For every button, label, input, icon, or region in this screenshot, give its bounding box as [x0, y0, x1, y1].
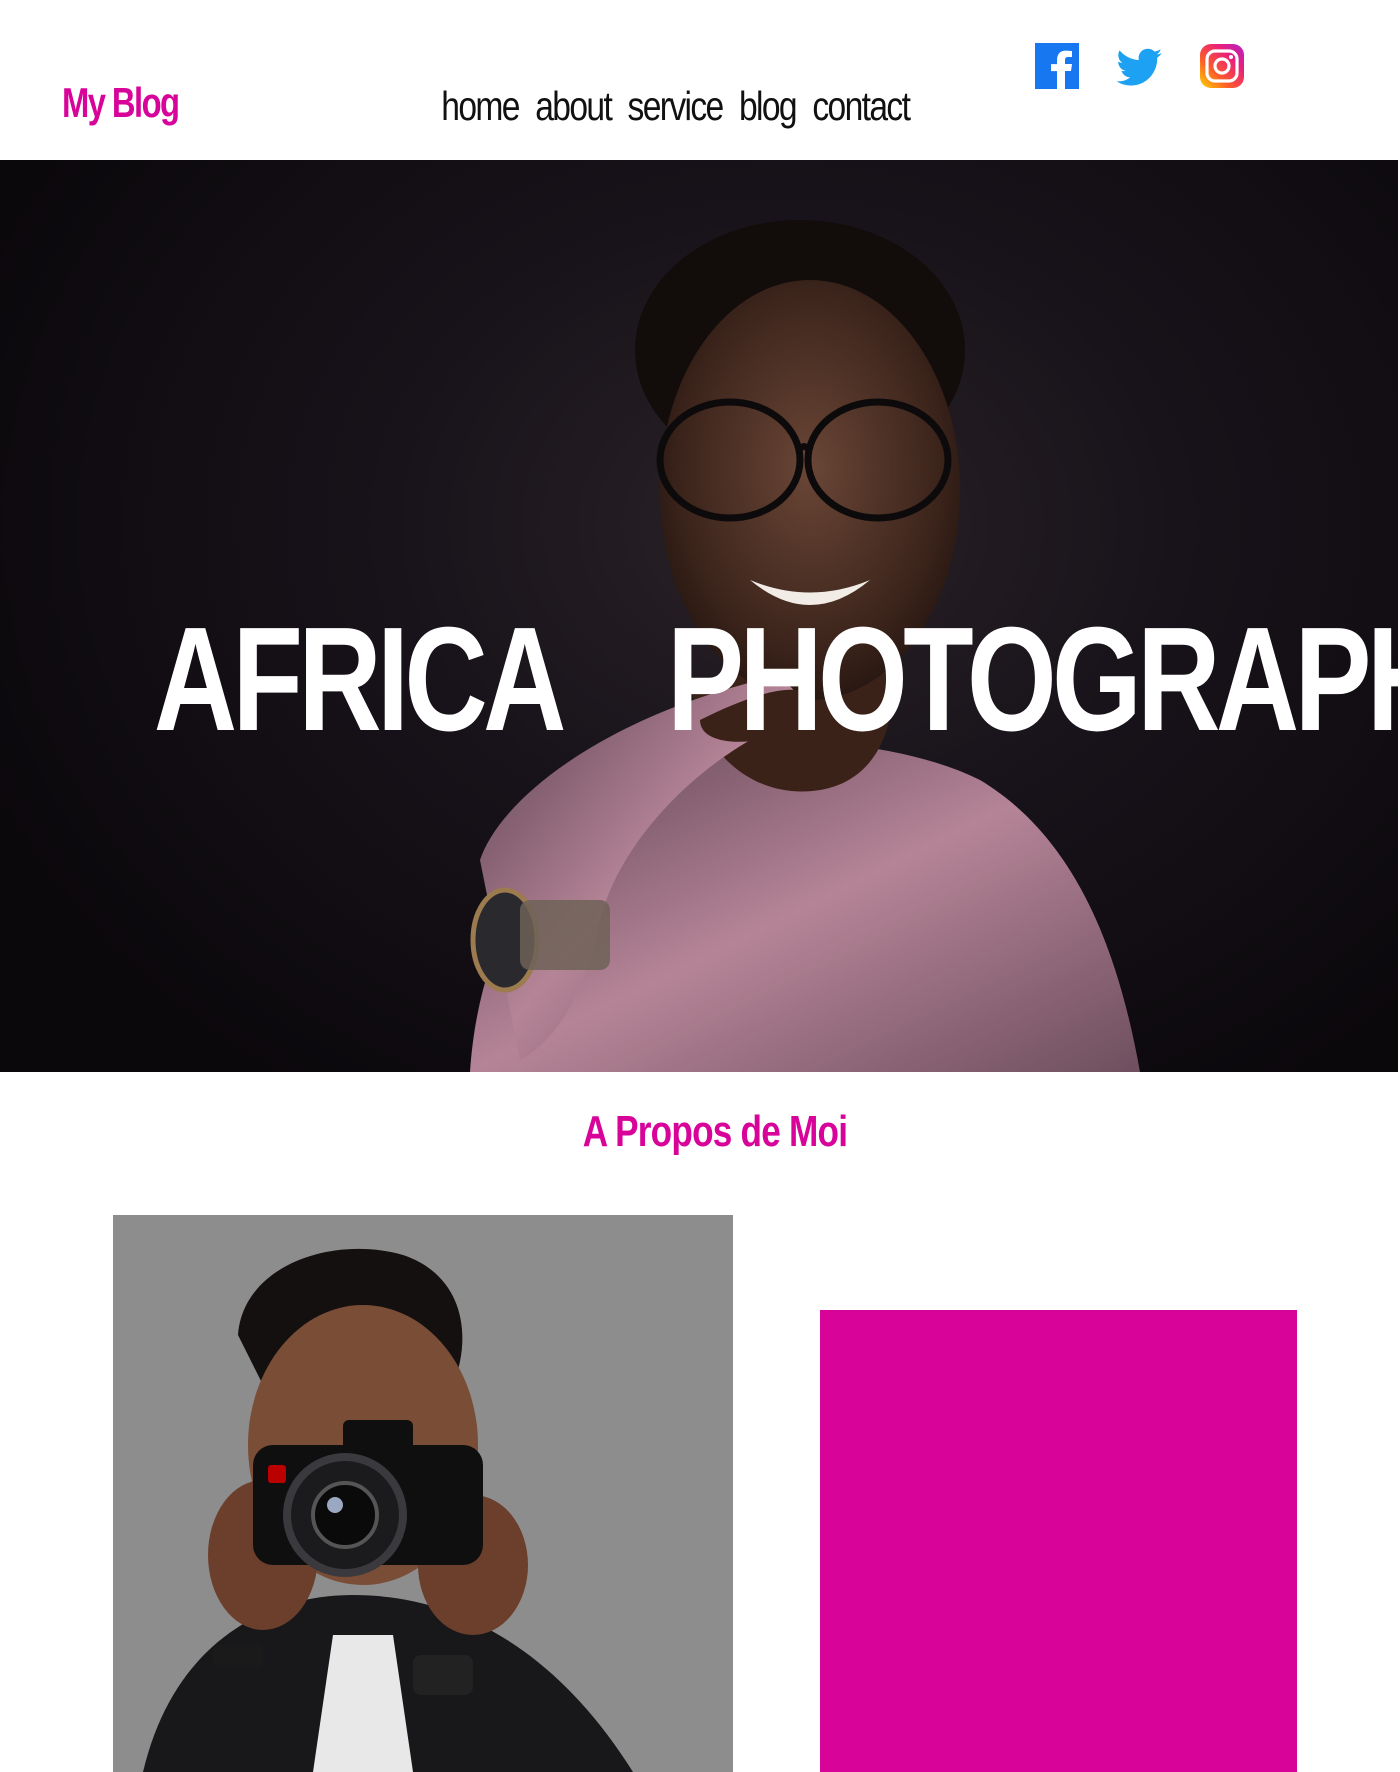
about-photo	[113, 1215, 733, 1772]
hero-banner: AFRICA PHOTOGRAPHIE	[0, 160, 1398, 1072]
facebook-icon	[1035, 43, 1079, 90]
nav-link-blog[interactable]: blog	[736, 83, 800, 129]
nav-item-contact: contact	[809, 86, 912, 127]
about-text-panel	[820, 1310, 1297, 1772]
nav-link-service[interactable]: service	[624, 83, 726, 129]
hero-title: AFRICA PHOTOGRAPHIE	[153, 597, 1398, 762]
nav-item-blog: blog	[736, 86, 800, 127]
twitter-icon	[1116, 48, 1162, 86]
facebook-link[interactable]	[1034, 40, 1082, 92]
social-links	[1034, 40, 1246, 92]
instagram-icon	[1200, 44, 1244, 88]
instagram-link[interactable]	[1198, 40, 1246, 92]
site-header: My Blog home about service blog contact	[0, 0, 1400, 160]
photographer-image	[113, 1215, 733, 1772]
nav-item-home: home	[438, 86, 522, 127]
nav-link-home[interactable]: home	[438, 83, 522, 129]
main-nav: home about service blog contact	[438, 86, 913, 127]
nav-link-about[interactable]: about	[532, 83, 614, 129]
nav-item-about: about	[532, 86, 614, 127]
nav-link-contact[interactable]: contact	[809, 83, 912, 129]
brand-logo[interactable]: My Blog	[62, 82, 180, 124]
about-title: A Propos de Moi	[582, 1107, 848, 1156]
twitter-link[interactable]	[1116, 40, 1164, 92]
nav-item-service: service	[624, 86, 726, 127]
